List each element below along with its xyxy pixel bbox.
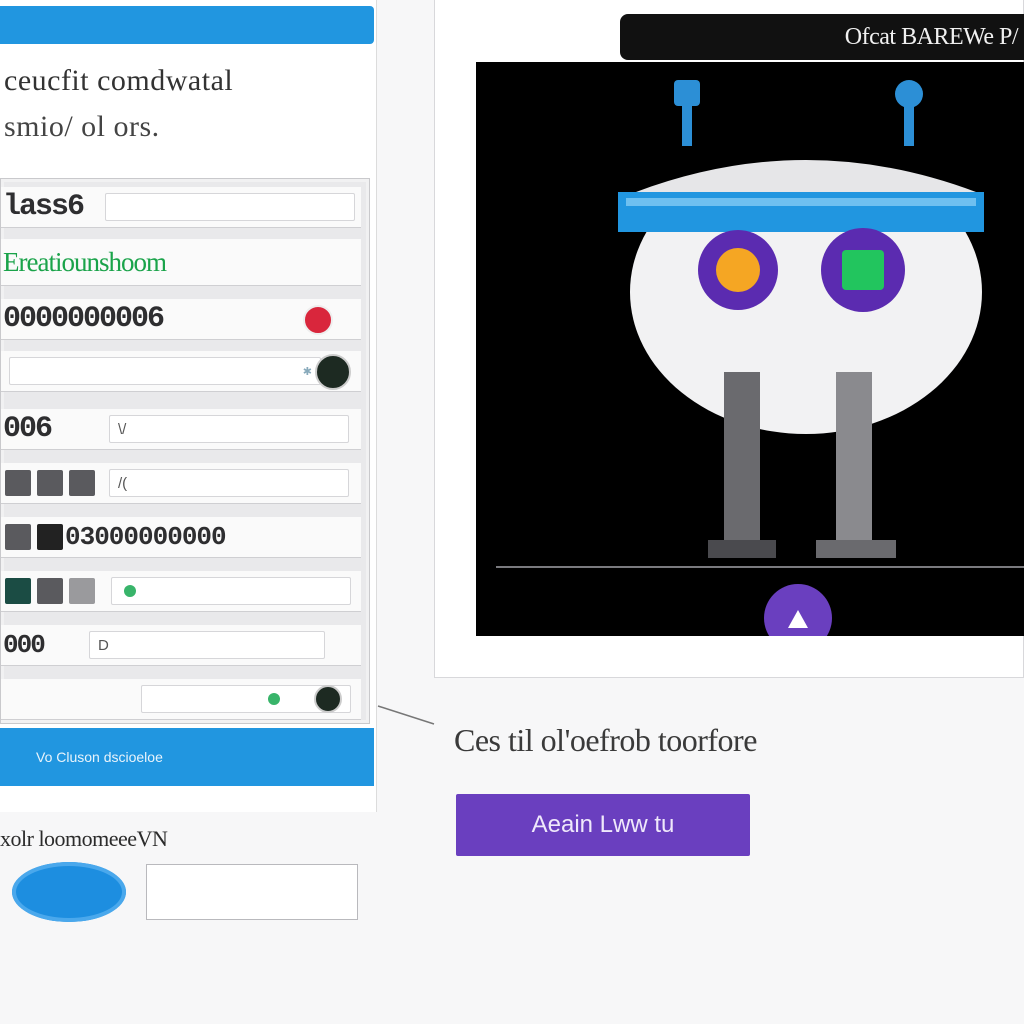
text-field[interactable]: \/ [109, 415, 349, 443]
form-row [1, 571, 361, 612]
antenna-right-tip [895, 80, 923, 108]
form-row: 006 \/ [1, 409, 361, 450]
text-input[interactable] [146, 864, 358, 920]
robot-illustration [496, 80, 1024, 636]
color-swatch[interactable] [5, 524, 31, 550]
visor-highlight [626, 198, 976, 206]
color-swatch[interactable] [37, 470, 63, 496]
color-swatch-button[interactable] [314, 685, 342, 713]
color-swatch[interactable] [69, 470, 95, 496]
preview-caption: Ces til ol'oefrob toorfore [454, 722, 757, 758]
left-panel: ceucfit comdwatal smio/ ol ors. lass6 Er… [0, 0, 377, 812]
form-row: 0000000006 [1, 299, 361, 340]
page-title: ceucfit comdwatal smio/ ol ors. [4, 58, 364, 150]
primary-toggle-button[interactable] [12, 862, 126, 922]
section-label: xolr loomomeeeVN [0, 826, 168, 851]
left-header-bar [0, 6, 374, 44]
form-row: Ereatiounshoom [1, 239, 361, 286]
primary-action-label: Aeain Lww tu [531, 811, 675, 838]
form-row: lass6 [1, 187, 361, 228]
form-row: ✱ [1, 351, 361, 392]
title-line-1: ceucfit comdwatal [4, 64, 234, 97]
status-dot-icon [268, 693, 280, 705]
leg-right [836, 372, 872, 552]
settings-form: lass6 Ereatiounshoom 0000000006 ✱ 006 \/… [0, 178, 370, 724]
color-swatch[interactable] [5, 578, 31, 604]
row-label: Ereatiounshoom [3, 246, 167, 277]
text-field[interactable]: /( [109, 469, 349, 497]
primary-action-button[interactable]: Aeain Lww tu [456, 794, 750, 856]
row-label: 006 [3, 412, 53, 446]
color-swatch[interactable] [37, 578, 63, 604]
robot-preview-viewport[interactable] [476, 62, 1024, 636]
floor-line [496, 566, 1024, 568]
eye-left-icon [716, 248, 760, 292]
preview-title: Ofcat BAREWe P/ [844, 23, 1019, 50]
footer-bar-label: Vo Cluson dscioeloe [36, 749, 163, 765]
eye-right-icon [842, 250, 884, 290]
swatch-group [1, 470, 95, 496]
leg-left [724, 372, 760, 552]
form-row: 03000000000 [1, 517, 361, 558]
text-field[interactable] [105, 193, 355, 221]
title-line-2: smio/ ol ors. [4, 110, 160, 143]
form-row: 000 D [1, 625, 361, 666]
color-swatch[interactable] [37, 524, 63, 550]
connector-line [377, 705, 435, 725]
row-label: lass6 [3, 190, 85, 224]
antenna-left-tip [674, 80, 700, 106]
color-swatch-button[interactable] [315, 354, 351, 390]
preview-title-bar: Ofcat BAREWe P/ [620, 14, 1024, 60]
foot-right [816, 540, 896, 558]
color-swatch[interactable] [69, 578, 95, 604]
text-field[interactable]: ✱ [9, 357, 321, 385]
text-field[interactable] [111, 577, 351, 605]
form-row [1, 679, 361, 720]
text-field[interactable]: D [89, 631, 325, 659]
row-label: 000 [3, 630, 46, 660]
status-dot-icon [124, 585, 136, 597]
app-screen: ceucfit comdwatal smio/ ol ors. lass6 Er… [0, 0, 1024, 1024]
color-swatch[interactable] [5, 470, 31, 496]
swatch-group [1, 524, 63, 550]
record-indicator-icon[interactable] [303, 305, 333, 335]
form-row: /( [1, 463, 361, 504]
text-field[interactable] [141, 685, 351, 713]
footer-bar[interactable]: Vo Cluson dscioeloe [0, 728, 374, 786]
swatch-group [1, 578, 95, 604]
foot-left [708, 540, 776, 558]
row-label: 0000000006 [3, 302, 165, 336]
field-hint-icon: ✱ [302, 365, 312, 378]
row-label: 03000000000 [65, 522, 227, 552]
